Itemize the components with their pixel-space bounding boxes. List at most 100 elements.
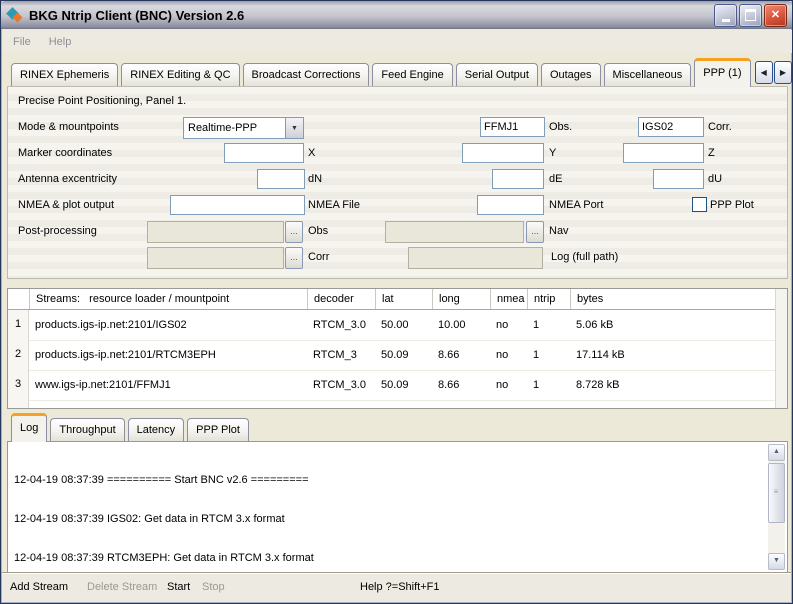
- tab-throughput[interactable]: Throughput: [50, 418, 124, 441]
- cell-decoder: RTCM_3: [307, 340, 375, 371]
- post-nav-browse-button[interactable]: ...: [526, 221, 544, 243]
- tab-latency[interactable]: Latency: [128, 418, 185, 441]
- du-label: dU: [708, 173, 722, 185]
- stop-button: Stop: [202, 581, 225, 593]
- cell-mountpoint: products.igs-ip.net:2101/RTCM3EPH: [29, 340, 307, 371]
- tab-rinex-editing-qc[interactable]: RINEX Editing & QC: [121, 63, 239, 86]
- start-button[interactable]: Start: [167, 581, 190, 593]
- header-rownum: [8, 289, 29, 309]
- tab-rinex-ephemeris[interactable]: RINEX Ephemeris: [11, 63, 118, 86]
- marker-x-field[interactable]: [224, 143, 304, 163]
- corr-label: Corr.: [708, 121, 732, 133]
- cell-mountpoint: products.igs-ip.net:2101/IGS02: [29, 310, 307, 341]
- header-nmea: nmea: [490, 289, 527, 309]
- post-corr-label: Corr: [308, 251, 329, 263]
- header-lat: lat: [375, 289, 432, 309]
- tab-outages[interactable]: Outages: [541, 63, 601, 86]
- antenna-du-field[interactable]: [653, 169, 704, 189]
- nmea-file-label: NMEA File: [308, 199, 360, 211]
- table-filler-row: [8, 400, 787, 409]
- antenna-dn-field[interactable]: [257, 169, 305, 189]
- tab-ppp-1[interactable]: PPP (1): [694, 58, 750, 87]
- post-obs-browse-button[interactable]: ...: [285, 221, 303, 243]
- header-mountpoint: Streams: resource loader / mountpoint: [29, 289, 307, 309]
- window-controls: ✕: [714, 4, 787, 27]
- bottom-tab-bar: Log Throughput Latency PPP Plot: [7, 414, 788, 441]
- ppp-plot-checkbox[interactable]: [692, 197, 707, 212]
- x-label: X: [308, 147, 315, 159]
- row-number-empty: [8, 400, 29, 409]
- log-line: 12-04-19 08:37:39 ========== Start BNC v…: [14, 474, 783, 487]
- cell-bytes: 8.728 kB: [570, 370, 787, 401]
- row-number: 1: [8, 310, 29, 341]
- app-window: BKG Ntrip Client (BNC) Version 2.6 ✕ Fil…: [0, 0, 793, 604]
- post-log-label: Log (full path): [551, 251, 618, 263]
- mode-dropdown[interactable]: Realtime-PPP ▼: [183, 117, 304, 139]
- window-title: BKG Ntrip Client (BNC) Version 2.6: [29, 8, 244, 23]
- menu-help[interactable]: Help: [41, 34, 80, 50]
- chevron-down-icon: ▼: [773, 557, 780, 564]
- cell-decoder: RTCM_3.0: [307, 370, 375, 401]
- panel-caption: Precise Point Positioning, Panel 1.: [18, 95, 186, 107]
- cell-long: 10.00: [432, 310, 490, 341]
- cell-long: 8.66: [432, 340, 490, 371]
- tab-scroll-right-button[interactable]: ▶: [774, 61, 792, 84]
- cell-ntrip: 1: [527, 310, 570, 341]
- log-line: 12-04-19 08:37:39 RTCM3EPH: Get data in …: [14, 552, 783, 565]
- table-scrollbar-track[interactable]: [775, 289, 787, 408]
- table-row[interactable]: 3 www.igs-ip.net:2101/FFMJ1 RTCM_3.0 50.…: [8, 370, 787, 400]
- marker-y-field[interactable]: [462, 143, 544, 163]
- tab-feed-engine[interactable]: Feed Engine: [372, 63, 452, 86]
- log-scrollbar[interactable]: ▲ ≡ ▼: [768, 444, 785, 570]
- post-obs-label: Obs: [308, 225, 328, 237]
- cell-long: 8.66: [432, 370, 490, 401]
- close-icon: ✕: [771, 10, 780, 21]
- scrollbar-thumb[interactable]: ≡: [768, 463, 785, 523]
- post-corr-browse-button[interactable]: ...: [285, 247, 303, 269]
- de-label: dE: [549, 173, 562, 185]
- minimize-button[interactable]: [714, 4, 737, 27]
- cell-lat: 50.00: [375, 310, 432, 341]
- streams-table-header: Streams: resource loader / mountpoint de…: [8, 289, 787, 310]
- cell-nmea: no: [490, 370, 527, 401]
- log-view[interactable]: 12-04-19 08:37:39 ========== Start BNC v…: [7, 441, 788, 573]
- post-obs-field: [147, 221, 284, 243]
- maximize-button[interactable]: [739, 4, 762, 27]
- antenna-de-field[interactable]: [492, 169, 544, 189]
- scroll-down-button[interactable]: ▼: [768, 553, 785, 570]
- cell-bytes: 5.06 kB: [570, 310, 787, 341]
- streams-table: Streams: resource loader / mountpoint de…: [7, 288, 788, 409]
- post-nav-label: Nav: [549, 225, 569, 237]
- help-shortcut-label[interactable]: Help ?=Shift+F1: [360, 581, 440, 593]
- cell-nmea: no: [490, 310, 527, 341]
- title-bar[interactable]: BKG Ntrip Client (BNC) Version 2.6 ✕: [1, 1, 792, 29]
- marker-label: Marker coordinates: [18, 147, 112, 159]
- marker-z-field[interactable]: [623, 143, 704, 163]
- tab-broadcast-corrections[interactable]: Broadcast Corrections: [243, 63, 370, 86]
- cell-lat: 50.09: [375, 340, 432, 371]
- nmea-file-field[interactable]: [170, 195, 305, 215]
- scroll-up-button[interactable]: ▲: [768, 444, 785, 461]
- tab-serial-output[interactable]: Serial Output: [456, 63, 538, 86]
- tab-ppp-plot[interactable]: PPP Plot: [187, 418, 249, 441]
- post-log-field: [408, 247, 543, 269]
- post-corr-field: [147, 247, 284, 269]
- menu-file[interactable]: File: [5, 34, 39, 50]
- chevron-left-icon: ◀: [761, 68, 767, 77]
- corr-mountpoint-field[interactable]: [638, 117, 704, 137]
- table-row[interactable]: 2 products.igs-ip.net:2101/RTCM3EPH RTCM…: [8, 340, 787, 370]
- add-stream-button[interactable]: Add Stream: [10, 581, 68, 593]
- delete-stream-button: Delete Stream: [87, 581, 157, 593]
- cell-nmea: no: [490, 340, 527, 371]
- close-button[interactable]: ✕: [764, 4, 787, 27]
- ppp-panel: Precise Point Positioning, Panel 1. Mode…: [7, 86, 788, 279]
- tab-miscellaneous[interactable]: Miscellaneous: [604, 63, 692, 86]
- tab-scroll-left-button[interactable]: ◀: [755, 61, 773, 84]
- obs-mountpoint-field[interactable]: [480, 117, 545, 137]
- menu-bar: File Help: [3, 30, 792, 53]
- nmea-port-field[interactable]: [477, 195, 544, 215]
- log-line: 12-04-19 08:37:39 IGS02: Get data in RTC…: [14, 513, 783, 526]
- table-row[interactable]: 1 products.igs-ip.net:2101/IGS02 RTCM_3.…: [8, 310, 787, 340]
- tab-log[interactable]: Log: [11, 413, 47, 442]
- cell-ntrip: 1: [527, 370, 570, 401]
